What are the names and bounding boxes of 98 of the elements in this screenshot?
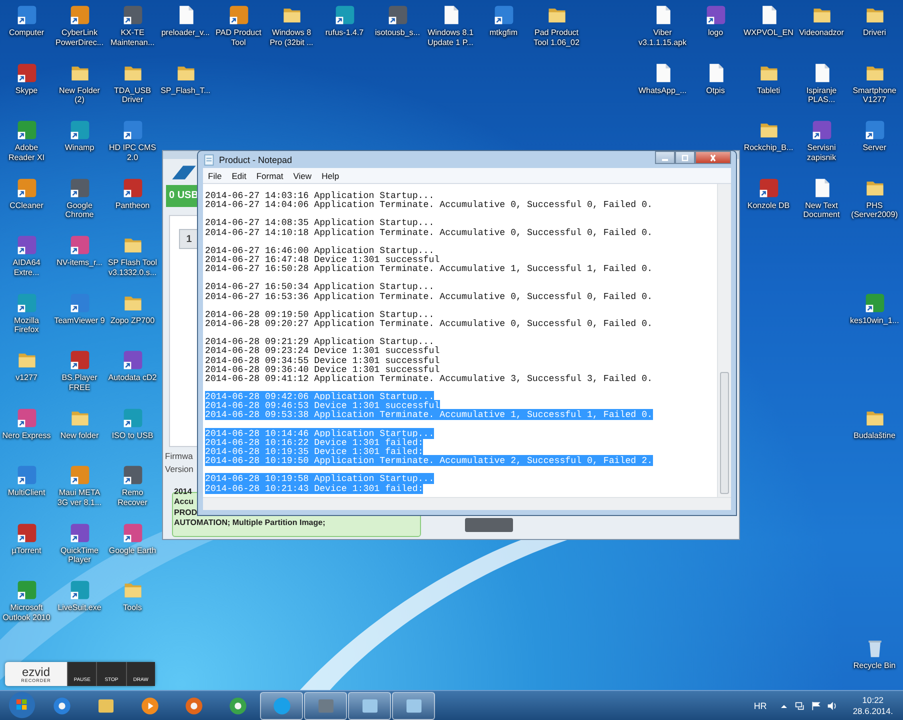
desktop-icon[interactable]: KX-TE Maintenan... <box>107 0 158 58</box>
browser-icon <box>184 696 204 716</box>
chat-icon <box>272 696 292 716</box>
log-line: 2014-06-28 09:41:12 Application Terminate. Accumulative 3, Successful 3, Failed 0. <box>205 372 652 384</box>
volume-icon[interactable] <box>826 700 837 710</box>
log-text: PROD <box>174 508 198 518</box>
desktop-icon[interactable]: mtkgfim <box>478 0 529 58</box>
clock[interactable]: 10:22 28.6.2014. <box>852 694 893 716</box>
menu-item[interactable]: Edit <box>232 170 246 180</box>
desktop-icon[interactable]: Ispiranje PLAS... <box>796 58 847 115</box>
desktop-icon[interactable]: Zopo ZP700 <box>107 288 158 345</box>
recorder-logo: ezvid <box>22 666 50 678</box>
log-line: 2014-06-28 09:34:55 Device 1:301 successful <box>205 354 440 366</box>
desktop-icon[interactable]: Adobe Reader XI <box>1 115 52 172</box>
scrollbar[interactable] <box>717 184 731 497</box>
window-title: Product - Notepad <box>219 154 292 164</box>
taskbar-button[interactable] <box>392 692 435 720</box>
maximize-button[interactable] <box>675 151 695 164</box>
desktop-icon[interactable]: v1277 <box>1 345 52 402</box>
desktop-icon[interactable]: Pad Product Tool 1.06_02 <box>531 0 582 58</box>
desktop-icon[interactable]: Pantheon <box>107 172 158 230</box>
notepad-icon <box>203 154 215 166</box>
desktop-icon[interactable]: logo <box>690 0 741 58</box>
desktop-icon[interactable]: Winamp <box>54 115 105 172</box>
desktop-icon[interactable]: Konzole DB <box>743 172 794 230</box>
close-button[interactable] <box>695 151 731 164</box>
desktop-icon[interactable]: Otpis <box>690 58 741 115</box>
log-line: 2014-06-28 09:36:40 Device 1:301 successful <box>205 364 440 375</box>
close-icon <box>708 154 718 162</box>
desktop-icon[interactable]: New Folder (2) <box>54 58 105 115</box>
log-line: 2014-06-27 14:04:06 Application Terminate. Accumulative 0, Successful 0, Failed 0. <box>205 199 652 210</box>
log-line: 2014-06-28 09:19:50 Application Startup... <box>205 308 434 320</box>
log-line: 2014-06-27 16:50:28 Application Terminate. Accumulative 1, Successful 1, Failed 0. <box>205 263 652 274</box>
desktop-icon[interactable]: Windows 8.1 Update 1 P... <box>425 0 476 58</box>
desktop-icon[interactable]: HD IPC CMS 2.0 <box>107 115 158 172</box>
desktop-icon[interactable]: Rockchip_B... <box>743 115 794 172</box>
desktop-icon[interactable]: Viber v3.1.1.15.apk <box>637 0 688 58</box>
desktop-icon[interactable]: Recycle Bin <box>849 632 900 690</box>
field-label: Version <box>165 464 194 474</box>
menu-item[interactable]: Help <box>322 170 340 180</box>
taskbar-button[interactable] <box>348 692 391 720</box>
desktop-icon[interactable]: TeamViewer 9 <box>54 288 105 345</box>
minimize-button[interactable] <box>655 151 675 164</box>
desktop-icon[interactable]: rufus-1.4.7 <box>319 0 370 58</box>
desktop-icon[interactable]: WhatsApp_... <box>637 58 688 115</box>
network-icon[interactable] <box>794 700 805 710</box>
log-line: 2014-06-27 14:10:18 Application Terminate. Accumulative 0, Successful 0, Failed 0. <box>205 226 652 238</box>
desktop-icon[interactable]: SP_Flash_T... <box>160 58 211 115</box>
menu-item[interactable]: Format <box>256 170 284 180</box>
desktop-icon[interactable]: PHS (Server2009) <box>849 172 900 230</box>
maximize-icon <box>680 154 690 162</box>
taskbar-button[interactable] <box>304 692 347 720</box>
field-label: Firmwa <box>165 451 193 461</box>
menu-item[interactable]: File <box>208 170 222 180</box>
desktop-icon[interactable]: WXPVOL_EN <box>743 0 794 58</box>
log-line: 2014-06-28 09:20:27 Application Terminate. Accumulative 0, Successful 0, Failed 0. <box>205 318 652 329</box>
desktop-icon[interactable]: CCleaner <box>1 172 52 230</box>
desktop-icon[interactable]: PAD Product Tool <box>213 0 264 58</box>
log-line: 2014-06-27 16:50:34 Application Startup... <box>205 281 434 292</box>
browser-icon <box>52 696 72 716</box>
browser-icon <box>228 696 248 716</box>
desktop-icon[interactable]: Skype <box>1 58 52 115</box>
desktop-icon[interactable]: kes10win_1... <box>849 288 900 345</box>
desktop-icon[interactable]: Driveri <box>849 0 900 58</box>
log-line: 2014-06-27 16:46:00 Application Startup... <box>205 244 434 256</box>
desktop-icon[interactable]: Servisni zapisnik <box>796 115 847 172</box>
desktop-icon[interactable]: Smartphone V1277 <box>849 58 900 115</box>
log-line: 2014-06-27 14:08:35 Application Startup... <box>205 217 434 228</box>
desktop-icon[interactable]: CyberLink PowerDirec... <box>54 0 105 58</box>
port-tab[interactable]: 1 <box>179 229 199 249</box>
log-text: AUTOMATION; Multiple Partition Image; <box>174 518 326 528</box>
log-line: 2014-06-27 16:53:36 Application Terminate. Accumulative 0, Successful 0, Failed 0. <box>205 290 652 302</box>
desktop-icon[interactable]: SP Flash Tool v3.1332.0.s... <box>107 230 158 288</box>
desktop-icon[interactable]: Windows 8 Pro (32bit ... <box>266 0 317 58</box>
scrollbar[interactable] <box>203 497 731 510</box>
language-indicator[interactable]: HR <box>754 700 767 710</box>
log-line: 2014-06-28 09:23:24 Device 1:301 successful <box>205 345 440 356</box>
log-line: 2014-06-28 09:21:29 Application Startup... <box>205 336 434 348</box>
desktop-icon[interactable]: AIDA64 Extre... <box>1 230 52 288</box>
desktop-icon[interactable]: Budalaštine <box>849 402 900 460</box>
desktop-icon[interactable]: Server <box>849 115 900 172</box>
desktop-icon[interactable]: TDA_USB Driver <box>107 58 158 115</box>
desktop-icon[interactable]: preloader_v... <box>160 0 211 58</box>
desktop-icon[interactable]: isotousb_s... <box>372 0 423 58</box>
desktop-icon[interactable]: New Text Document <box>796 172 847 230</box>
desktop-icon[interactable]: Mozilla Firefox <box>1 288 52 345</box>
play-icon <box>140 696 160 716</box>
log-line: 2014-06-27 14:03:16 Application Startup... <box>205 190 434 201</box>
desktop-icon[interactable]: Tableti <box>743 58 794 115</box>
desktop-icon[interactable]: Videonadzor <box>796 0 847 58</box>
log-line: 2014-06-27 16:47:48 Device 1:301 successful <box>205 254 440 265</box>
desktop-icon[interactable]: Computer <box>1 0 52 58</box>
menu-item[interactable]: View <box>293 170 312 180</box>
flag-icon[interactable] <box>810 700 821 710</box>
desktop-icon[interactable]: NV-items_r... <box>54 230 105 288</box>
taskbar-button[interactable] <box>260 692 303 720</box>
desktop-icon[interactable]: Google Chrome <box>54 172 105 230</box>
log-text: Accu <box>174 497 194 508</box>
